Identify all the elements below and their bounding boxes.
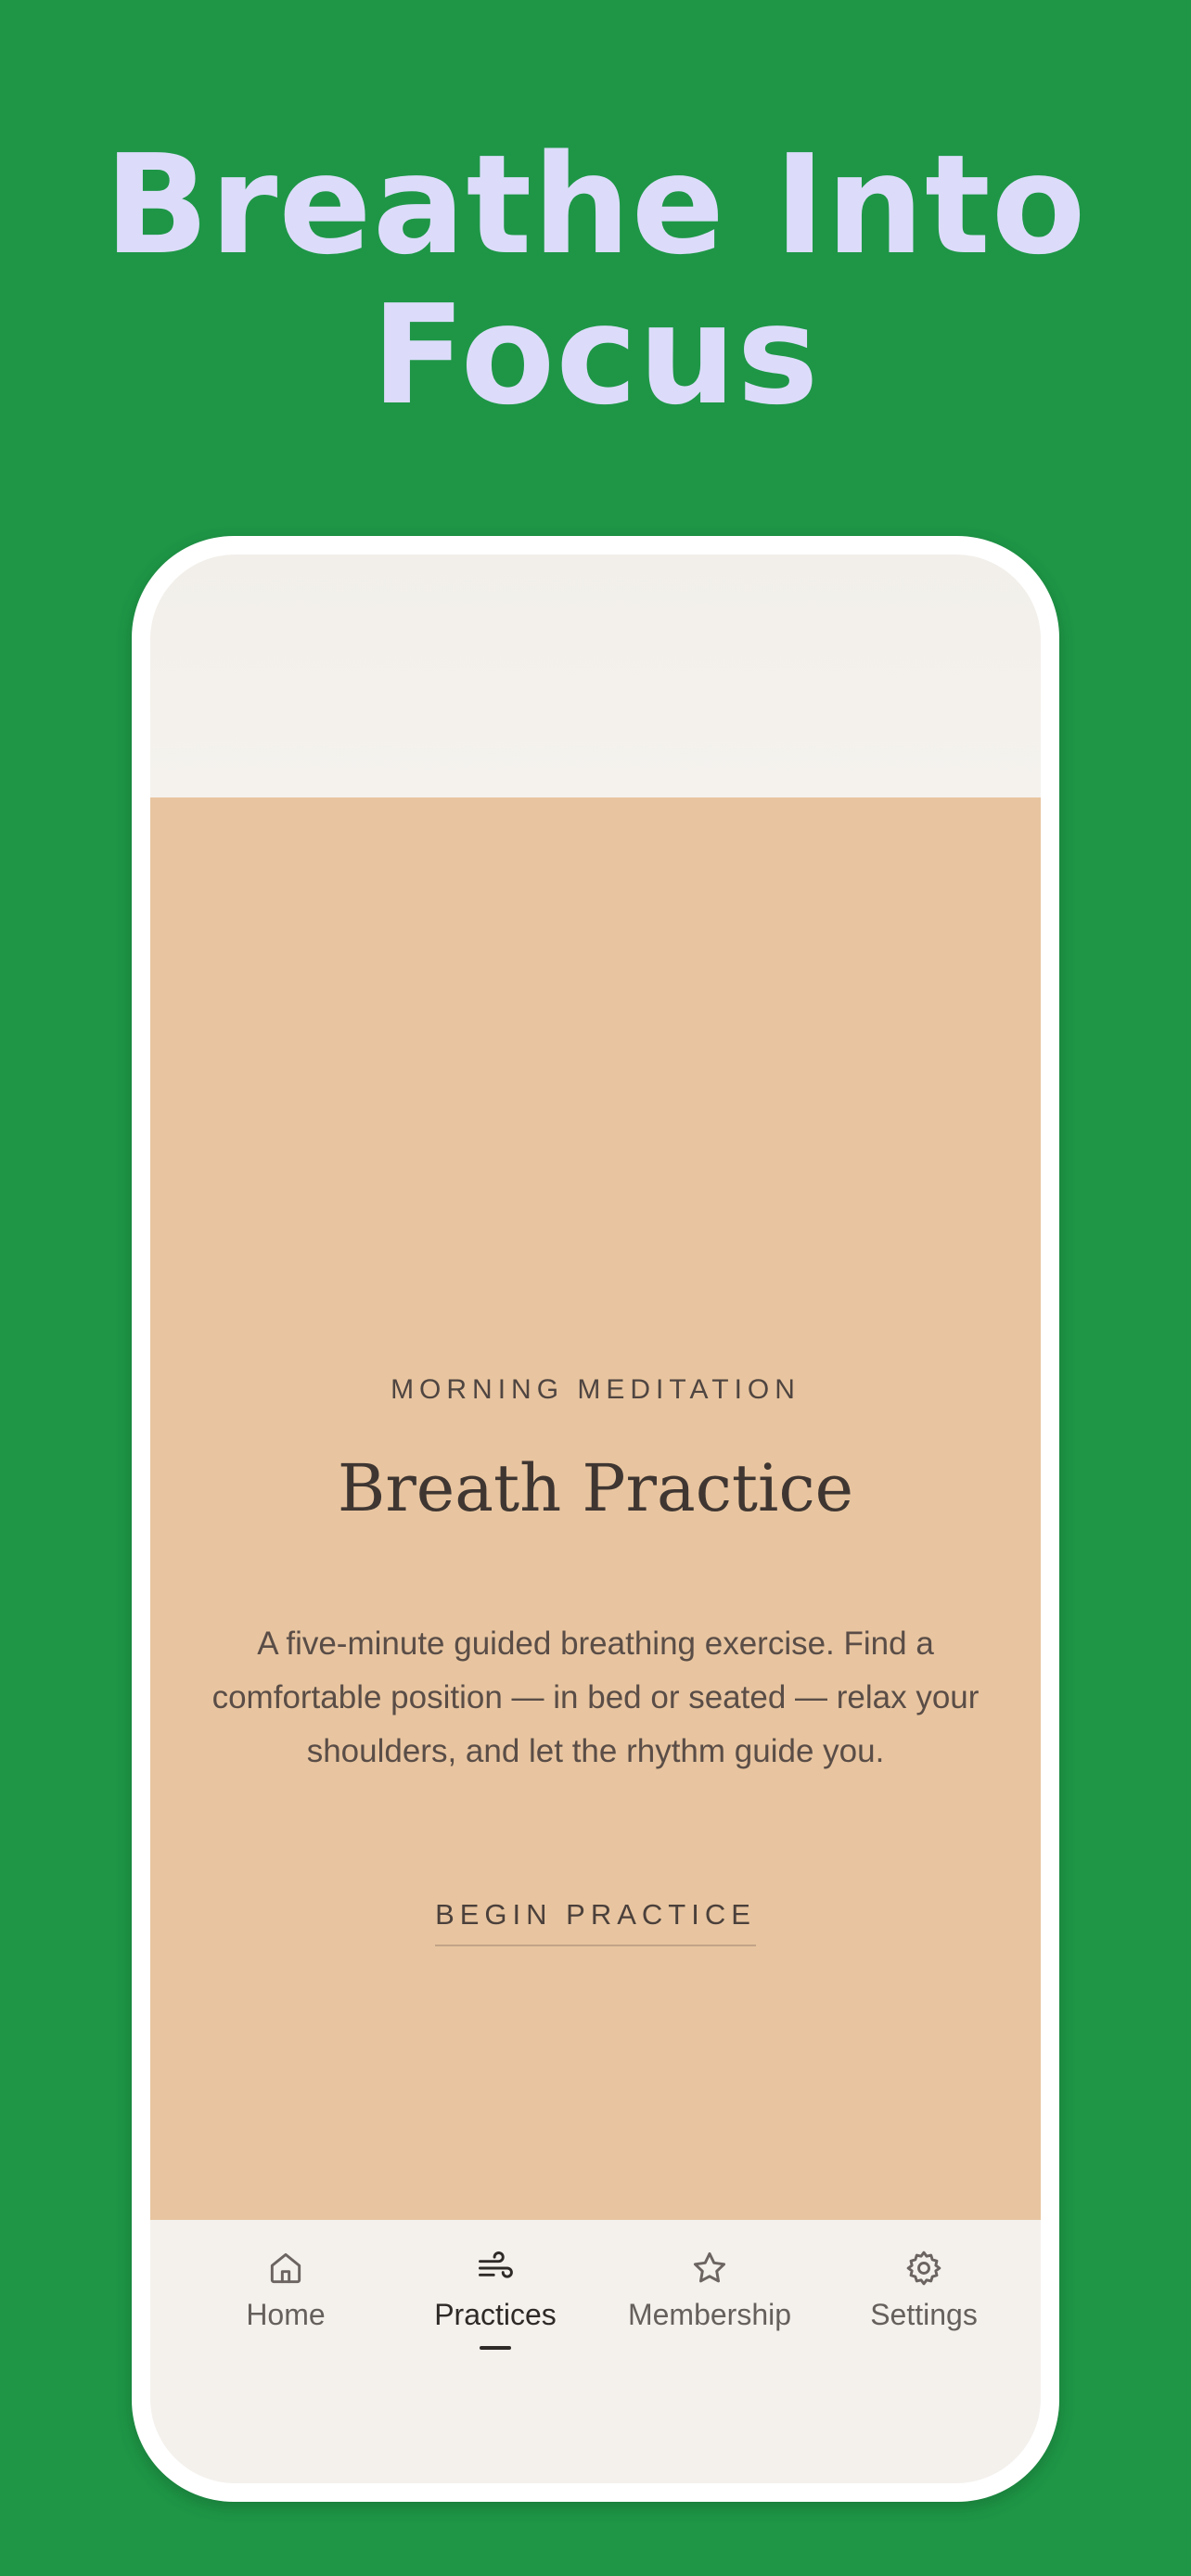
phone-frame: MORNING MEDITATION Breath Practice A fiv…: [132, 536, 1059, 2502]
star-icon: [693, 2251, 726, 2283]
tab-membership-label: Membership: [627, 2298, 792, 2331]
practice-card: MORNING MEDITATION Breath Practice A fiv…: [150, 797, 1041, 2220]
card-title: Breath Practice: [337, 1450, 854, 1526]
app-screen: MORNING MEDITATION Breath Practice A fiv…: [150, 555, 1041, 2483]
begin-practice-button[interactable]: BEGIN PRACTICE: [435, 1898, 756, 1946]
tab-bar: Home Practices Membership Settings: [150, 2220, 1041, 2483]
active-tab-indicator: [480, 2346, 511, 2350]
tab-membership[interactable]: Membership: [608, 2220, 812, 2359]
wind-icon: [479, 2251, 513, 2278]
begin-practice-button-wrap: BEGIN PRACTICE: [150, 1898, 1041, 1946]
tab-settings-label: Settings: [870, 2298, 978, 2331]
home-icon: [270, 2252, 301, 2284]
headline-line-1: Breathe Into: [104, 125, 1087, 285]
tab-practices-label: Practices: [434, 2298, 557, 2331]
tab-practices[interactable]: Practices: [393, 2220, 597, 2359]
gear-icon: [906, 2251, 941, 2286]
tab-settings[interactable]: Settings: [822, 2220, 1026, 2359]
tab-home[interactable]: Home: [184, 2220, 388, 2359]
top-area: [150, 555, 1041, 797]
headline-line-2: Focus: [371, 275, 820, 435]
tab-home-label: Home: [246, 2298, 326, 2331]
card-kicker: MORNING MEDITATION: [391, 1374, 800, 1405]
marketing-headline: Breathe Into Focus: [0, 130, 1191, 430]
card-description: A five-minute guided breathing exercise.…: [211, 1626, 980, 1769]
